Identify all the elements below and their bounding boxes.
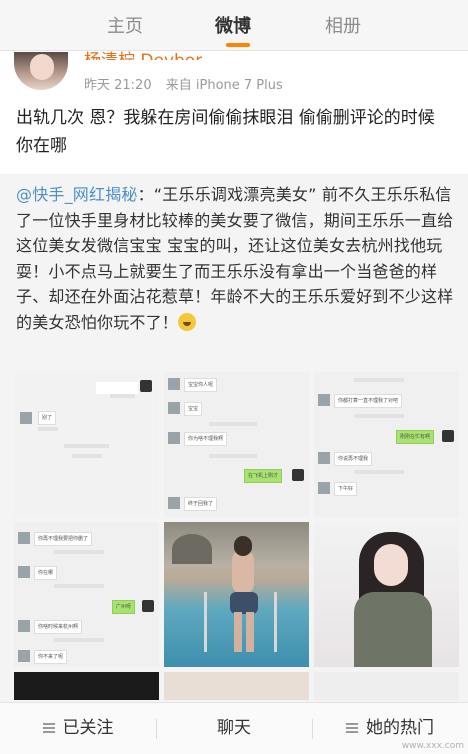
retweet-text: @快手_网红揭秘：“王乐乐调戏漂亮美女” 前不久王乐乐私信了一位快手里身材比较棒… [16, 182, 456, 335]
tab-home[interactable]: 主页 [107, 12, 143, 38]
retweet-body: ：“王乐乐调戏漂亮美女” 前不久王乐乐私信了一位快手里身材比较棒的美女要了微信，… [16, 185, 454, 332]
chat-label: 聊天 [217, 718, 251, 738]
her-hot-label: 她的热门 [366, 718, 434, 738]
watermark: www.xxx.com [401, 741, 464, 751]
chat-bubble: 刚刚在忙有啊 [396, 430, 435, 444]
post-meta: 昨天 21:20 来自 iPhone 7 Plus [84, 74, 283, 93]
image-selfie-photo[interactable] [314, 522, 459, 667]
chat-bubble: 别了 [38, 411, 57, 425]
chat-bubble: 你再不理我要把你删了 [34, 532, 93, 546]
chat-bubble: 你啥时候来杭州啊 [34, 620, 83, 634]
chat-bubble: 下午好 [334, 482, 358, 496]
mention-link[interactable]: @快手_网红揭秘 [16, 185, 138, 204]
chat-bubble: 你为啥不理我啊 [184, 432, 228, 446]
image-thumb-9[interactable] [314, 672, 459, 700]
top-tab-bar: 主页 微博 相册 [0, 0, 468, 51]
chat-bubble: 宝宝 [184, 402, 203, 416]
chat-bubble: 终于回我了 [184, 497, 218, 511]
avatar[interactable] [14, 52, 68, 90]
chat-bubble: 广州呀 [112, 600, 136, 614]
post-text: 出轨几次 恩？我躲在房间偷偷抹眼泪 偷偷删评论的时候 你在哪 [16, 108, 435, 156]
image-chat-1[interactable]: 别了 [14, 372, 159, 517]
menu-icon [42, 723, 55, 733]
retweet-box[interactable]: @快手_网红揭秘：“王乐乐调戏漂亮美女” 前不久王乐乐私信了一位快手里身材比较棒… [0, 174, 468, 702]
followed-button[interactable]: 已关注 [0, 703, 156, 754]
post-source: 来自 iPhone 7 Plus [165, 78, 283, 93]
bottom-toolbar: 已关注 聊天 她的热门 www.xxx.com [0, 702, 468, 754]
chat-bubble: 在飞机上刚才 [244, 469, 283, 483]
tab-weibo[interactable]: 微博 [215, 12, 251, 38]
chat-bubble: 你说再不理我 [334, 452, 373, 466]
chat-button[interactable]: 聊天 [156, 703, 312, 754]
post-time: 昨天 21:20 [84, 78, 152, 93]
menu-icon [346, 723, 358, 733]
image-thumb-8[interactable] [164, 672, 309, 700]
emoji-icon [178, 312, 197, 331]
chat-bubble: 你在哪 [34, 566, 58, 580]
tab-album[interactable]: 相册 [325, 12, 361, 38]
image-chat-4[interactable]: 你再不理我要把你删了 你在哪 广州呀 你啥时候来杭州啊 你不来了呢 [14, 522, 159, 667]
image-pool-photo[interactable] [164, 522, 309, 667]
followed-label: 已关注 [62, 718, 114, 738]
chat-bubble: 你不来了呢 [34, 650, 68, 664]
image-thumb-7[interactable] [14, 672, 159, 700]
chat-bubble: 你都打算一直不理我了对吧 [334, 394, 403, 408]
chat-bubble: 宝宝你人呢 [184, 378, 218, 392]
image-chat-2[interactable]: 宝宝你人呢 宝宝 你为啥不理我啊 在飞机上刚才 终于回我了 [164, 372, 309, 517]
active-tab-indicator [226, 43, 250, 47]
image-chat-3[interactable]: 你都打算一直不理我了对吧 刚刚在忙有啊 你说再不理我 下午好 [314, 372, 459, 517]
